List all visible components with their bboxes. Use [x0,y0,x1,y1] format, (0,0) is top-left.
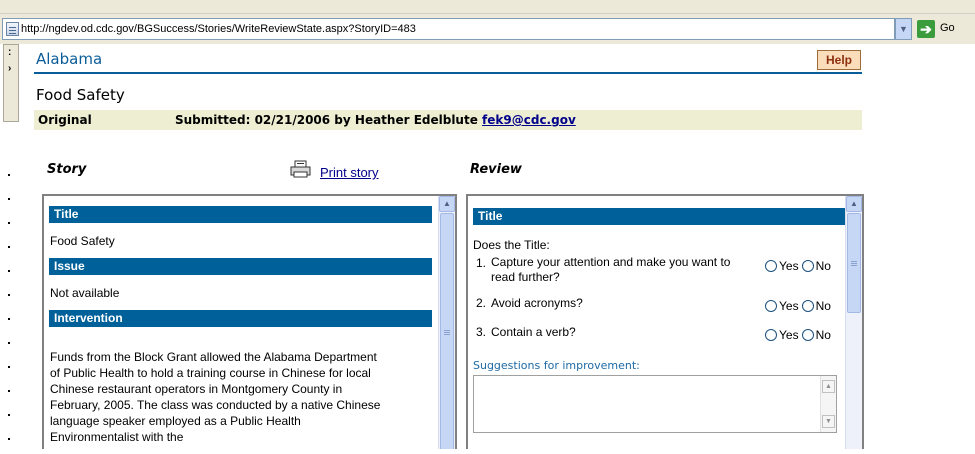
page-title: Food Safety [36,86,125,104]
go-button[interactable]: ➔ [917,20,935,38]
go-label[interactable]: Go [940,22,955,34]
question-2-radios: Yes No [765,299,831,313]
submitted-info: Submitted: 02/21/2006 by Heather Edelblu… [175,110,576,130]
print-story-link[interactable]: Print story [320,165,379,180]
story-scrollbar[interactable]: ▲ [438,196,455,449]
printer-icon[interactable] [290,160,312,178]
dropdown-arrow-icon: ▼ [899,24,908,34]
go-arrow-icon: ➔ [920,21,932,37]
state-title: Alabama [36,50,103,68]
colon-glyph: : [8,47,12,58]
url-text: http://ngdev.od.cdc.gov/BGSuccess/Storie… [21,23,416,35]
review-heading: Review [470,162,522,177]
scroll-up-icon[interactable]: ▲ [439,196,455,212]
textarea-scrollbar[interactable]: ▲ ▼ [820,376,836,432]
question-number: 2. [476,296,487,310]
story-issue-content: Not available [50,286,120,300]
review-panel[interactable]: Title Does the Title: 1. Capture your at… [466,194,864,449]
yes-radio[interactable] [765,300,777,312]
yes-label: Yes [779,259,799,273]
yes-label: Yes [779,328,799,342]
url-input[interactable]: http://ngdev.od.cdc.gov/BGSuccess/Storie… [2,18,895,40]
chevron-right-icon: › [8,63,12,74]
browser-toolbar-strip [0,0,975,14]
collapsed-frame-handle[interactable]: : › [3,44,19,122]
submitted-text: Submitted: 02/21/2006 by Heather Edelblu… [175,113,478,127]
no-radio[interactable] [801,260,814,272]
version-label: Original [38,113,92,127]
no-label: No [815,259,831,273]
story-panel[interactable]: Title Food Safety Issue Not available In… [42,194,457,449]
story-title-content: Food Safety [50,234,115,248]
story-intervention-content: Funds from the Block Grant allowed the A… [50,350,381,444]
scroll-up-icon[interactable]: ▲ [846,196,862,212]
question-text: Capture your attention and make you want… [491,255,731,284]
scroll-thumb[interactable] [847,213,861,313]
page-icon [6,22,19,36]
scroll-down-icon[interactable]: ▼ [822,415,835,428]
scroll-thumb[interactable] [440,213,454,449]
help-button[interactable]: Help [817,50,861,70]
address-dropdown-button[interactable]: ▼ [895,18,912,40]
story-section-header-intervention: Intervention [49,310,432,327]
question-number: 1. [476,256,487,270]
question-text: Avoid acronyms? [491,296,583,310]
submission-info-bar: Original Submitted: 02/21/2006 by Heathe… [34,110,862,130]
question-3-radios: Yes No [765,328,831,342]
question-text: Contain a verb? [491,325,576,339]
left-frame-gutter: : › [0,44,21,449]
no-radio[interactable] [801,300,814,312]
story-heading: Story [47,162,87,177]
review-section-header-title: Title [473,208,859,225]
header-divider [34,72,862,74]
question-1-radios: Yes No [765,259,831,273]
no-radio[interactable] [801,329,814,341]
suggestions-label: Suggestions for improvement: [473,359,640,372]
story-section-header-issue: Issue [49,258,432,275]
review-scrollbar[interactable]: ▲ [845,196,862,449]
yes-radio[interactable] [765,260,777,272]
yes-radio[interactable] [765,329,777,341]
submitter-email-link[interactable]: fek9@cdc.gov [482,113,576,127]
address-bar: http://ngdev.od.cdc.gov/BGSuccess/Storie… [0,14,975,44]
scroll-up-icon[interactable]: ▲ [822,380,835,393]
review-intro: Does the Title: [473,238,550,252]
yes-label: Yes [779,299,799,313]
no-label: No [815,328,831,342]
question-number: 3. [476,325,487,339]
story-section-header-title: Title [49,206,432,223]
suggestions-textarea[interactable]: ▲ ▼ [473,375,837,433]
no-label: No [815,299,831,313]
gutter-dots [8,174,11,454]
